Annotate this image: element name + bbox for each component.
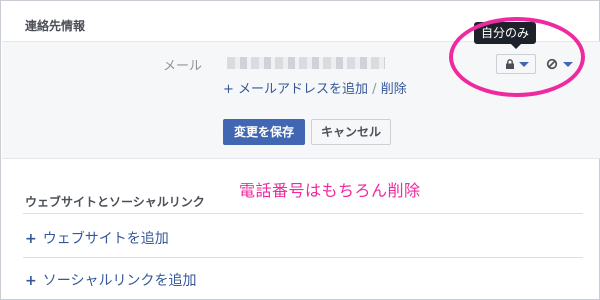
add-website-link[interactable]: + ウェブサイトを追加 [25, 228, 169, 248]
add-social-label: ソーシャルリンクを追加 [42, 273, 197, 289]
add-social-link[interactable]: + ソーシャルリンクを追加 [25, 270, 196, 290]
plus-icon: + [25, 273, 37, 289]
email-label: メール [163, 59, 203, 74]
divider [23, 257, 583, 258]
cancel-button[interactable]: キャンセル [311, 119, 391, 145]
blurred-email-value [227, 57, 385, 69]
delete-email-link[interactable]: 削除 [381, 82, 407, 97]
link-separator: / [368, 82, 381, 97]
divider [23, 213, 583, 214]
highlight-circle [449, 17, 585, 97]
contact-section-title: 連絡先情報 [25, 19, 86, 33]
add-website-label: ウェブサイトを追加 [42, 231, 169, 247]
plus-icon: + [25, 231, 37, 247]
add-email-link[interactable]: + メールアドレスを追加 [223, 82, 368, 97]
annotation-note: 電話番号はもちろん削除 [239, 181, 421, 200]
email-actions: + メールアドレスを追加 / 削除 [223, 78, 407, 97]
links-section-title: ウェブサイトとソーシャルリンク [25, 195, 205, 209]
save-changes-button[interactable]: 変更を保存 [223, 119, 305, 145]
contact-info-panel: 連絡先情報 メール + メールアドレスを追加 / 削除 自分のみ 変更を保存 キ… [0, 0, 600, 300]
